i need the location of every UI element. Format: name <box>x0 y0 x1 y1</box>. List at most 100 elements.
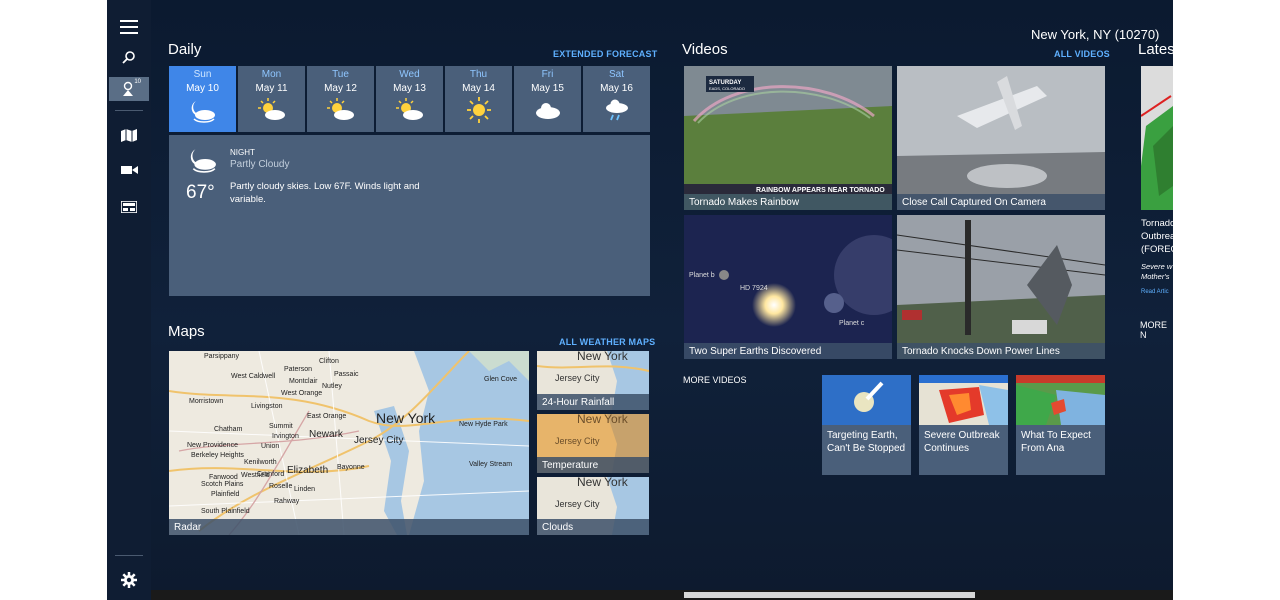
all-videos-link[interactable]: ALL VIDEOS <box>1054 49 1110 59</box>
map-label: Valley Stream <box>469 461 512 468</box>
map-label: Scotch Plains <box>201 481 244 488</box>
day-tile-tue[interactable]: Tue May 12 <box>307 66 374 132</box>
map-label: Kenilworth <box>244 459 277 466</box>
map-label: Union <box>261 443 279 450</box>
map-caption: Temperature <box>537 457 649 473</box>
day-tile-thu[interactable]: Thu May 14 <box>445 66 512 132</box>
weather-app-window: 10 New York, NY (10270) Daily EXTENDED F… <box>107 0 1173 600</box>
map-caption: 24-Hour Rainfall <box>537 394 649 410</box>
period-label: NIGHT <box>230 148 255 157</box>
day-date: May 12 <box>324 83 357 94</box>
day-date: May 13 <box>393 83 426 94</box>
day-name: Wed <box>399 69 420 80</box>
day-date: May 15 <box>531 83 564 94</box>
more-news-link[interactable]: MORE N <box>1140 320 1173 340</box>
map-label: Passaic <box>334 371 359 378</box>
map-label: Glen Cove <box>484 376 517 383</box>
day-tile-sun[interactable]: Sun May 10 <box>169 66 236 132</box>
more-videos-label[interactable]: MORE VIDEOS <box>683 375 747 385</box>
map-label: Bayonne <box>337 464 365 471</box>
hamburger-menu-icon[interactable] <box>109 15 149 39</box>
video-tile-close-call[interactable]: Close Call Captured On Camera <box>897 66 1105 210</box>
video-thumbnail <box>1016 375 1105 425</box>
map-label: Plainfield <box>211 491 240 498</box>
day-tile-mon[interactable]: Mon May 11 <box>238 66 305 132</box>
planet-label: HD 7924 <box>740 285 768 292</box>
video-tile-power-lines[interactable]: Tornado Knocks Down Power Lines <box>897 215 1105 359</box>
partly-sunny-icon <box>257 98 285 120</box>
day-tile-sat[interactable]: Sat May 16 <box>583 66 650 132</box>
videos-section-title[interactable]: Videos <box>682 41 728 58</box>
latest-article-image[interactable] <box>1141 66 1173 210</box>
radar-map-tile[interactable]: Parsippany Clifton Paterson Passaic West… <box>169 351 529 535</box>
map-illustration: Parsippany Clifton Paterson Passaic West… <box>169 351 529 535</box>
scrollbar-thumb[interactable] <box>684 592 975 598</box>
day-tile-wed[interactable]: Wed May 13 <box>376 66 443 132</box>
sunny-icon <box>466 97 491 123</box>
day-date: May 14 <box>462 83 495 94</box>
video-tile-tornado-rainbow[interactable]: RAINBOW APPEARS NEAR TORNADO SATURDAY EA… <box>684 66 892 210</box>
day-name: Thu <box>469 69 488 80</box>
rainfall-map-tile[interactable]: New York Jersey City 24-Hour Rainfall <box>537 351 649 410</box>
read-article-link[interactable]: Read Artic <box>1141 289 1169 295</box>
map-caption: Radar <box>169 519 529 535</box>
clouds-map-tile[interactable]: New York Jersey City Clouds <box>537 477 649 535</box>
video-caption: Two Super Earths Discovered <box>684 343 892 359</box>
latest-article-title[interactable]: Tornado Outbrea (FOREC <box>1141 217 1173 256</box>
video-caption: Tornado Makes Rainbow <box>684 194 892 210</box>
maps-icon[interactable] <box>109 123 149 147</box>
temperature-map-tile[interactable]: New York Jersey City Temperature <box>537 414 649 473</box>
map-label: New York <box>577 477 629 489</box>
maps-section-title[interactable]: Maps <box>168 323 205 340</box>
search-icon[interactable] <box>109 45 149 69</box>
day-date: May 10 <box>186 83 219 94</box>
video-tile-super-earths[interactable]: Planet b HD 7924 Planet c Two Super Eart… <box>684 215 892 359</box>
places-button[interactable]: 10 <box>109 77 149 101</box>
latest-section-title[interactable]: Latest <box>1138 41 1173 58</box>
gear-icon[interactable] <box>109 568 149 592</box>
location-badge: 10 <box>134 79 141 85</box>
map-label: New York <box>577 414 629 426</box>
map-label: Jersey City <box>555 436 600 446</box>
condition-label: Partly Cloudy <box>230 159 290 170</box>
map-label: New Providence <box>187 442 238 449</box>
all-weather-maps-link[interactable]: ALL WEATHER MAPS <box>559 337 655 347</box>
map-label: Jersey City <box>555 373 600 383</box>
map-label: Morristown <box>189 398 223 405</box>
video-banner-text: RAINBOW APPEARS NEAR TORNADO <box>756 187 885 194</box>
extended-forecast-link[interactable]: EXTENDED FORECAST <box>553 49 657 59</box>
hub-content: New York, NY (10270) Daily EXTENDED FORE… <box>151 0 1173 590</box>
video-caption: Close Call Captured On Camera <box>897 194 1105 210</box>
day-name: Sun <box>193 69 212 80</box>
map-label: Montclair <box>289 378 318 385</box>
map-label: Westfield <box>241 472 270 479</box>
mini-video-severe-outbreak[interactable]: Severe Outbreak Continues <box>919 375 1008 475</box>
partly-cloudy-night-icon <box>191 101 215 123</box>
map-label: Jersey City <box>555 499 600 509</box>
day-name: Fri <box>541 69 554 80</box>
map-label: West Orange <box>281 390 322 397</box>
mini-video-ana[interactable]: What To Expect From Ana <box>1016 375 1105 475</box>
map-label: New York <box>577 351 629 363</box>
horizontal-scrollbar[interactable] <box>151 590 1173 600</box>
mini-video-targeting-earth[interactable]: Targeting Earth, Can't Be Stopped <box>822 375 911 475</box>
map-label: New Hyde Park <box>459 421 508 428</box>
map-label: Paterson <box>284 366 312 373</box>
day-tile-fri[interactable]: Fri May 15 <box>514 66 581 132</box>
forecast-detail-panel[interactable]: NIGHT Partly Cloudy 67° Partly cloudy sk… <box>169 135 650 296</box>
video-camera-icon[interactable] <box>109 158 149 182</box>
news-icon[interactable] <box>109 195 149 219</box>
map-label: Berkeley Heights <box>191 452 244 459</box>
map-label: Chatham <box>214 426 243 433</box>
partly-cloudy-night-icon <box>190 149 216 173</box>
map-label: Linden <box>294 486 315 493</box>
daily-section-title[interactable]: Daily <box>168 41 201 58</box>
forecast-summary: Partly cloudy skies. Low 67F. Winds ligh… <box>230 181 420 205</box>
nav-rail: 10 <box>107 0 151 600</box>
planet-label: Planet c <box>839 320 865 327</box>
map-label: Parsippany <box>204 353 240 360</box>
map-label: Elizabeth <box>287 465 328 476</box>
map-label: Irvington <box>272 433 299 440</box>
video-thumbnail <box>919 375 1008 425</box>
map-label: Roselle <box>269 483 292 490</box>
